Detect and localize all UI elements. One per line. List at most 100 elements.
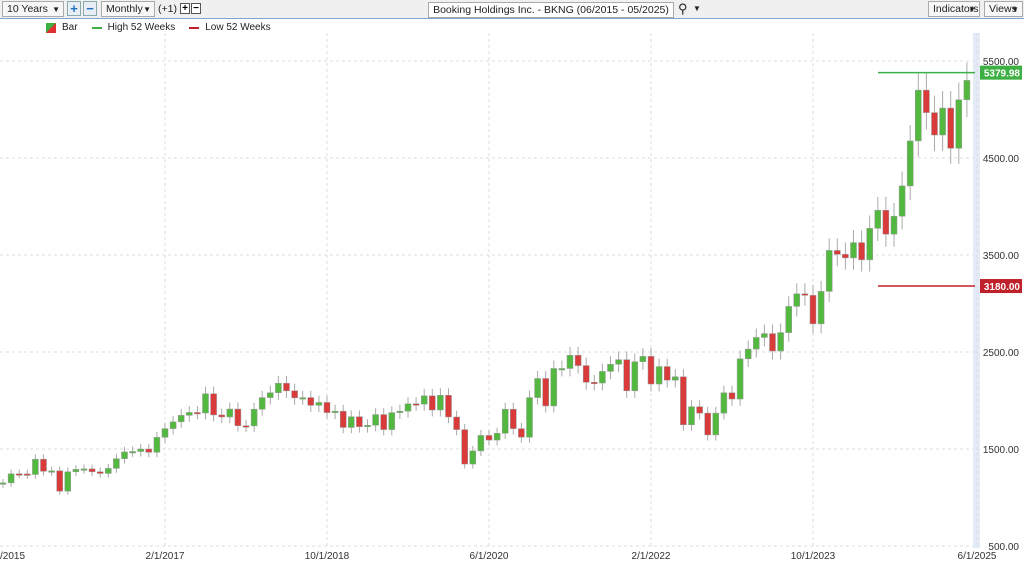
candle bbox=[931, 95, 938, 152]
candle-body bbox=[250, 408, 258, 427]
candle bbox=[210, 386, 217, 422]
candle-body bbox=[437, 395, 444, 411]
candle-body bbox=[874, 210, 882, 229]
candle-body bbox=[696, 406, 703, 414]
candle-body bbox=[777, 332, 784, 352]
candle bbox=[866, 215, 873, 272]
candle-body bbox=[736, 358, 744, 400]
candle bbox=[420, 388, 428, 411]
candle-body bbox=[64, 471, 72, 492]
x-tick-label: 10/1/2023 bbox=[791, 551, 836, 562]
candle-body bbox=[96, 471, 104, 474]
candle bbox=[769, 324, 776, 360]
candle bbox=[761, 324, 768, 347]
candle-body bbox=[655, 366, 663, 385]
candle-body bbox=[761, 333, 768, 338]
candle bbox=[356, 410, 363, 433]
candle bbox=[680, 369, 687, 431]
candle bbox=[396, 404, 404, 419]
candle-body bbox=[307, 397, 315, 406]
candle bbox=[639, 348, 647, 370]
candle-body bbox=[923, 89, 930, 113]
candle-body bbox=[396, 410, 404, 413]
candle bbox=[331, 404, 339, 419]
candle bbox=[858, 230, 865, 272]
candle bbox=[242, 419, 250, 432]
candle bbox=[388, 406, 396, 436]
candle-body bbox=[688, 406, 695, 426]
candle bbox=[56, 466, 63, 495]
candle-body bbox=[615, 359, 622, 365]
candle bbox=[64, 467, 72, 495]
candle-body bbox=[526, 397, 533, 438]
candle-body bbox=[785, 306, 792, 333]
candle bbox=[48, 466, 55, 476]
candle-body bbox=[177, 415, 185, 423]
candle bbox=[348, 410, 355, 434]
candle-body bbox=[412, 403, 420, 406]
candle-body bbox=[915, 89, 922, 142]
x-tick-label: 2/1/2022 bbox=[632, 551, 671, 562]
candle-body bbox=[404, 403, 412, 412]
candle bbox=[364, 419, 371, 433]
candle-body bbox=[631, 361, 639, 392]
candle bbox=[226, 402, 234, 424]
candle-body bbox=[129, 451, 136, 454]
candle bbox=[566, 346, 574, 377]
candle bbox=[696, 400, 703, 420]
candle bbox=[712, 406, 720, 441]
candle-body bbox=[501, 408, 509, 434]
candle-body bbox=[210, 393, 217, 416]
candle-body bbox=[558, 368, 566, 371]
candle bbox=[96, 467, 104, 478]
candle-body bbox=[275, 382, 282, 393]
candle-body bbox=[121, 451, 128, 459]
candle bbox=[817, 280, 825, 334]
candle bbox=[906, 125, 914, 201]
candle-body bbox=[48, 470, 55, 473]
candle-body bbox=[0, 482, 7, 485]
candle bbox=[923, 72, 930, 130]
candle-body bbox=[234, 408, 242, 426]
candle bbox=[623, 351, 630, 398]
candle-body bbox=[510, 408, 517, 429]
candle bbox=[558, 360, 566, 377]
candle bbox=[493, 427, 501, 446]
candle bbox=[890, 202, 898, 247]
candle bbox=[267, 385, 274, 405]
price-chart[interactable]: 5500.004500.003500.002500.001500.00500.0… bbox=[0, 0, 1024, 562]
candle bbox=[202, 386, 209, 420]
candle bbox=[777, 323, 784, 360]
candle bbox=[809, 284, 817, 334]
candle-body bbox=[80, 468, 88, 471]
candle-body bbox=[550, 368, 558, 407]
candle-body bbox=[445, 395, 452, 418]
candle bbox=[380, 408, 387, 436]
candle-body bbox=[226, 408, 234, 418]
candle-body bbox=[169, 421, 177, 429]
candle-body bbox=[931, 112, 938, 136]
candle-body bbox=[388, 412, 396, 430]
candle-body bbox=[882, 210, 890, 235]
candle bbox=[591, 374, 598, 391]
candle-body bbox=[315, 402, 323, 406]
x-tick-label: /2015 bbox=[0, 551, 25, 562]
candle-body bbox=[769, 333, 776, 352]
candle bbox=[736, 350, 744, 406]
candle bbox=[510, 402, 517, 435]
candle-body bbox=[809, 295, 817, 325]
candle-body bbox=[955, 99, 963, 149]
candle-body bbox=[728, 392, 736, 400]
candle-body bbox=[348, 416, 355, 428]
candle bbox=[0, 478, 7, 488]
candle bbox=[842, 242, 849, 270]
y-tick-label: 1500.00 bbox=[983, 445, 1020, 456]
candle bbox=[88, 464, 96, 477]
x-tick-label: 2/1/2017 bbox=[146, 551, 185, 562]
candle bbox=[534, 370, 541, 405]
candle-body bbox=[267, 392, 274, 398]
candle bbox=[955, 82, 963, 164]
candle-body bbox=[429, 395, 436, 411]
candle bbox=[453, 410, 460, 436]
candle-body bbox=[712, 412, 720, 436]
